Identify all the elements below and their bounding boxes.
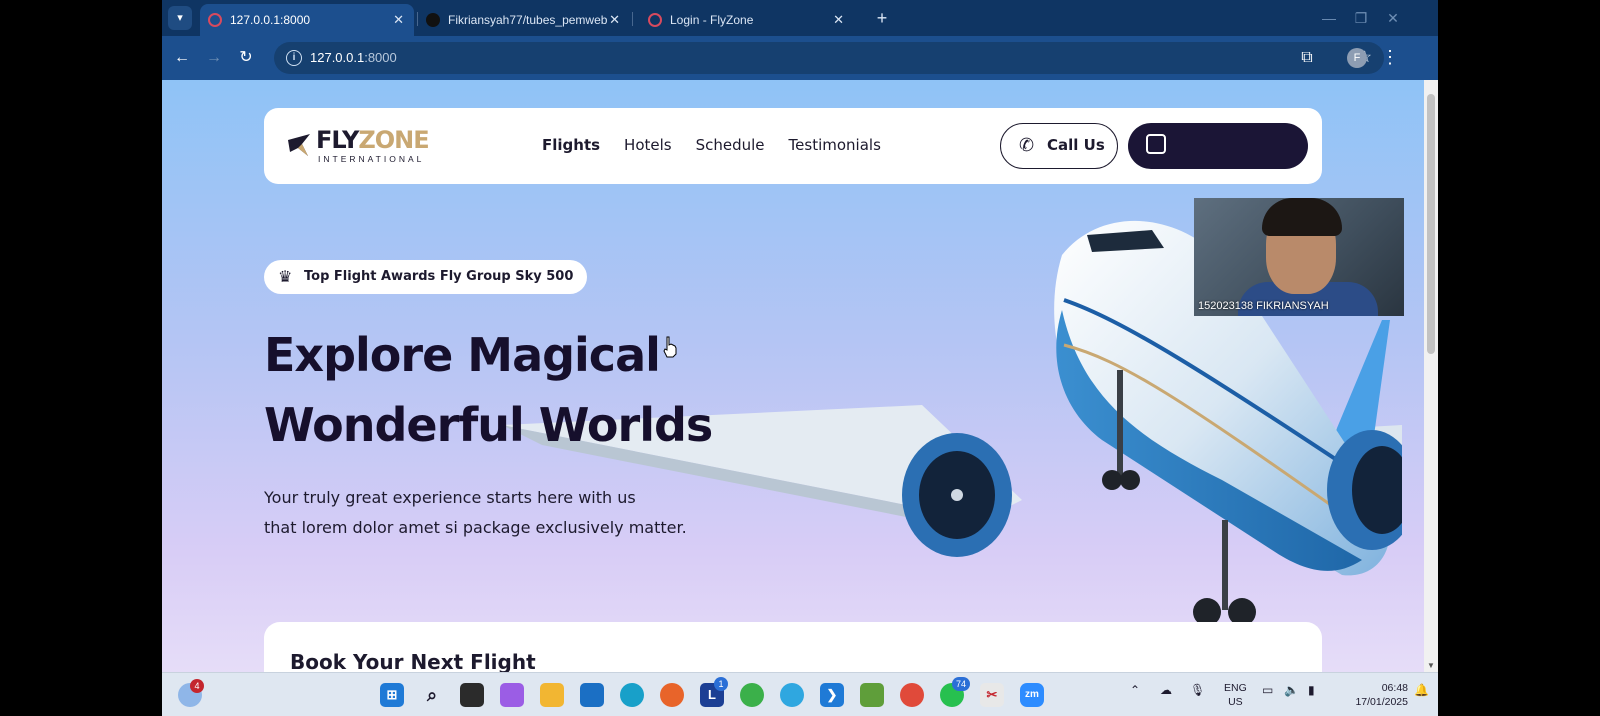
github-icon — [426, 13, 440, 27]
tab-separator — [632, 12, 633, 26]
nav-testimonials[interactable]: Testimonials — [789, 136, 881, 154]
hero-title-line1: Explore Magical — [264, 328, 661, 382]
calendar-icon — [1146, 134, 1166, 154]
firefox-icon[interactable] — [660, 683, 684, 707]
book-button[interactable] — [1128, 123, 1308, 169]
snipping-tool-icon[interactable]: ✂ — [980, 683, 1004, 707]
call-us-button[interactable]: ✆ Call Us — [1000, 123, 1118, 169]
tab-search-button[interactable]: ▾ — [168, 6, 192, 30]
address-url: 127.0.0.1:8000 — [310, 50, 397, 65]
crown-icon: ♛ — [278, 267, 293, 286]
logo-subtitle: INTERNATIONAL — [318, 154, 425, 164]
back-arrow-icon[interactable]: ← — [170, 46, 194, 70]
language-indicator[interactable]: ENG US — [1224, 681, 1247, 709]
copilot-icon[interactable] — [500, 683, 524, 707]
weather-badge: 4 — [190, 679, 204, 693]
scroll-down-arrow-icon[interactable]: ▼ — [1427, 661, 1435, 670]
site-info-icon[interactable]: i — [286, 50, 302, 66]
chrome-profile-icon[interactable] — [900, 683, 924, 707]
webcam-overlay: 152023138 FIKRIANSYAH — [1194, 198, 1404, 316]
tab-close-icon[interactable]: ✕ — [833, 4, 844, 36]
system-clock[interactable]: 06:48 17/01/2025 — [1350, 681, 1408, 709]
microphone-icon[interactable]: 🎙 — [1190, 683, 1205, 697]
tray-chevron-icon[interactable]: ⌃ — [1130, 683, 1140, 697]
logo-wordmark: FLYZONE — [316, 126, 430, 154]
webcam-person-hair — [1262, 198, 1342, 236]
notification-bell-icon[interactable]: 🔔 — [1414, 683, 1429, 697]
award-badge: ♛ Top Flight Awards Fly Group Sky 500 — [264, 260, 588, 294]
more-options-icon[interactable]: ⋮ — [1380, 46, 1400, 70]
chrome-icon[interactable] — [740, 683, 764, 707]
l-app-badge: 1 — [714, 677, 728, 691]
page-scrollbar[interactable]: ▼ — [1424, 80, 1438, 672]
onedrive-cloud-icon[interactable]: ☁ — [1160, 683, 1172, 697]
tab-title: Login - FlyZone — [670, 13, 754, 27]
tab-strip: ▾ 127.0.0.1:8000 ✕ Fikriansyah77/tubes_p… — [162, 0, 1438, 36]
edge-icon[interactable] — [620, 683, 644, 707]
store-icon[interactable] — [580, 683, 604, 707]
profile-avatar[interactable]: F — [1347, 48, 1367, 68]
award-badge-text: Top Flight Awards Fly Group Sky 500 — [304, 269, 574, 284]
booking-title: Book Your Next Flight — [290, 650, 536, 672]
plane-logo-icon — [288, 134, 310, 156]
tab-close-icon[interactable]: ✕ — [393, 4, 404, 36]
volume-icon[interactable]: 🔈 — [1284, 683, 1299, 697]
forward-arrow-icon[interactable]: → — [202, 46, 226, 70]
taskbar: 4 ⊞ ⌕ L 1 ❯ 74 ✂ zm ⌃ ☁ 🎙 ENG US ▭ 🔈 ▮ 0… — [162, 672, 1438, 716]
address-bar[interactable]: i 127.0.0.1:8000 ☆ — [274, 42, 1384, 74]
hero-subtitle: Your truly great experience starts here … — [264, 483, 744, 543]
webcam-name-label: 152023138 FIKRIANSYAH — [1198, 300, 1329, 312]
tab-github[interactable]: Fikriansyah77/tubes_pemweb ✕ — [418, 4, 630, 36]
whatsapp-badge: 74 — [952, 677, 970, 691]
zoom-icon[interactable]: zm — [1020, 683, 1044, 707]
hero-subtitle-line1: Your truly great experience starts here … — [264, 488, 636, 507]
file-explorer-icon[interactable] — [540, 683, 564, 707]
phone-icon: ✆ — [1019, 135, 1035, 156]
nav-hotels[interactable]: Hotels — [624, 136, 672, 154]
extensions-puzzle-icon[interactable]: ⧉ — [1296, 47, 1318, 69]
tab-login[interactable]: Login - FlyZone ✕ — [640, 4, 854, 36]
nav-flights[interactable]: Flights — [542, 136, 600, 154]
hero-title-line2: Wonderful Worlds — [264, 398, 713, 452]
flyzone-favicon-icon — [208, 13, 222, 27]
restore-icon[interactable]: ❐ — [1346, 6, 1376, 30]
network-icon[interactable]: ▭ — [1262, 683, 1273, 697]
task-view-icon[interactable] — [460, 683, 484, 707]
new-tab-button[interactable]: + — [870, 6, 894, 30]
browser-toolbar: ← → ↻ i 127.0.0.1:8000 ☆ ⧉ F ⋮ — [162, 36, 1438, 80]
site-navbar: FLYZONE INTERNATIONAL Flights Hotels Sched… — [264, 108, 1322, 184]
tab-localhost[interactable]: 127.0.0.1:8000 ✕ — [200, 4, 414, 36]
main-menu: Flights Hotels Schedule Testimonials — [542, 136, 905, 154]
minimize-icon[interactable]: — — [1314, 6, 1344, 30]
battery-icon[interactable]: ▮ — [1308, 683, 1315, 697]
reload-icon[interactable]: ↻ — [234, 46, 258, 70]
hero-subtitle-line2: that lorem dolor amet si package exclusi… — [264, 518, 687, 537]
hero-title: Explore Magical Wonderful Worlds — [264, 320, 824, 460]
nav-schedule[interactable]: Schedule — [696, 136, 765, 154]
tab-title: 127.0.0.1:8000 — [230, 13, 311, 27]
page-viewport: FLYZONE INTERNATIONAL Flights Hotels Sched… — [162, 80, 1424, 672]
flyzone-favicon-icon — [648, 13, 662, 27]
hand-cursor-icon — [663, 336, 677, 358]
xampp-icon[interactable] — [860, 683, 884, 707]
flyzone-logo[interactable]: FLYZONE INTERNATIONAL — [286, 126, 430, 166]
vscode-icon[interactable]: ❯ — [820, 683, 844, 707]
tab-title: Fikriansyah77/tubes_pemweb — [448, 13, 608, 27]
search-icon[interactable]: ⌕ — [420, 683, 444, 707]
booking-card: Book Your Next Flight — [264, 622, 1322, 672]
scroll-thumb[interactable] — [1427, 94, 1435, 354]
call-us-label: Call Us — [1047, 136, 1105, 154]
tab-close-icon[interactable]: ✕ — [609, 4, 620, 36]
screen: ▾ 127.0.0.1:8000 ✕ Fikriansyah77/tubes_p… — [162, 0, 1438, 716]
app-bubble-icon[interactable] — [780, 683, 804, 707]
windows-start-icon[interactable]: ⊞ — [380, 683, 404, 707]
close-window-icon[interactable]: ✕ — [1378, 6, 1408, 30]
